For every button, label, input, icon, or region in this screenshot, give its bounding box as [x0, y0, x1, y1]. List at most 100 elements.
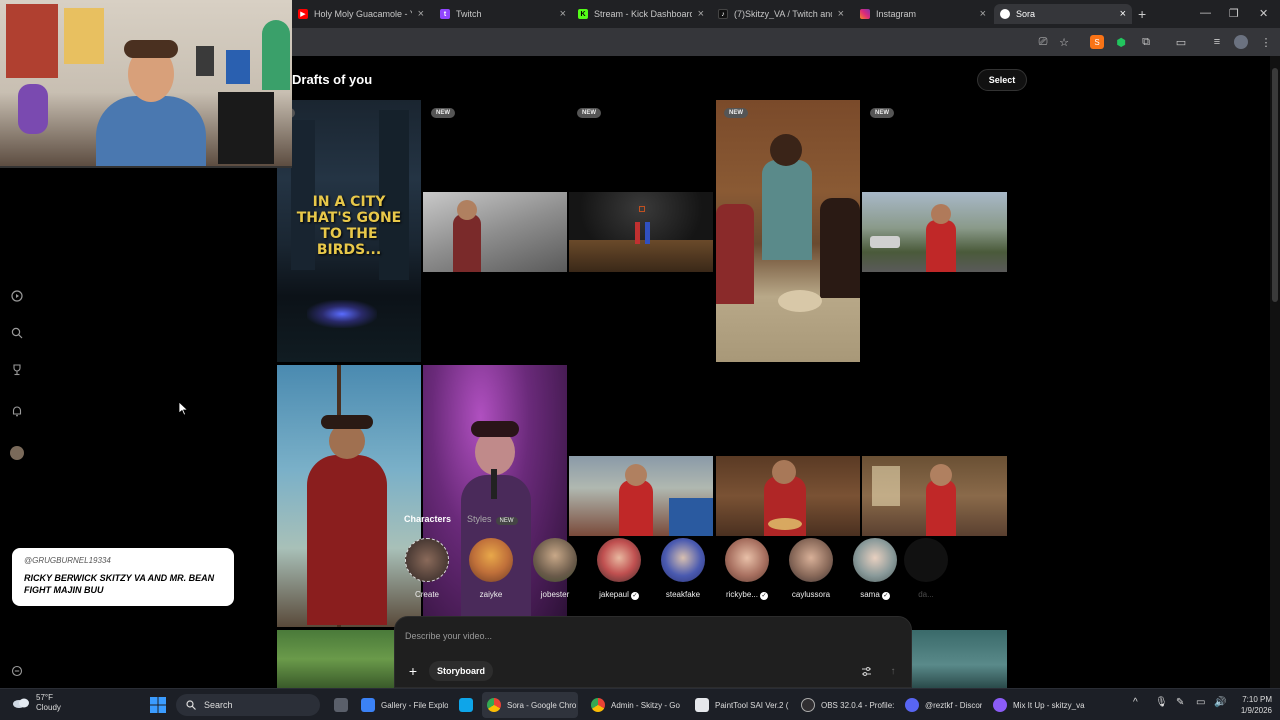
bell-icon[interactable] [10, 404, 24, 418]
restore-button[interactable]: ❐ [1229, 7, 1239, 20]
prompt-input[interactable] [405, 627, 865, 645]
add-media-button[interactable]: + [405, 663, 421, 679]
draft-video-tile[interactable]: NEW [569, 100, 713, 362]
close-icon[interactable]: × [698, 8, 704, 20]
draft-video-tile[interactable]: NEW [862, 100, 1007, 362]
weather-condition: Cloudy [36, 703, 61, 712]
gallery-icon [361, 698, 375, 712]
close-window-button[interactable]: ✕ [1259, 7, 1268, 20]
draft-video-tile[interactable]: NEW [716, 100, 860, 362]
close-icon[interactable]: × [980, 8, 986, 20]
tab-twitch[interactable]: t Twitch × [434, 4, 572, 24]
chair [218, 92, 274, 164]
character-item[interactable]: zaiyke [461, 538, 521, 599]
settings-icon[interactable] [10, 664, 24, 678]
tab-characters[interactable]: Characters [404, 514, 451, 524]
bookmark-star-icon[interactable]: ☆ [1057, 35, 1071, 49]
select-button[interactable]: Select [977, 69, 1027, 91]
puzzle-icon[interactable]: ⧉ [1139, 35, 1153, 49]
avatar [789, 538, 833, 582]
tab-title: Twitch [456, 9, 482, 19]
video-thumbnail [569, 192, 713, 272]
tab-title: (7)Skitzy_VA / Twitch and [734, 9, 832, 19]
storyboard-button[interactable]: Storyboard [429, 661, 494, 681]
task-view-button[interactable] [329, 692, 351, 718]
video-thumbnail [423, 192, 567, 272]
taskbar-app-file-explorer[interactable]: Gallery - File Explo [356, 692, 448, 718]
draft-video-tile[interactable]: NEW [423, 100, 567, 362]
weather-widget[interactable]: 57°F Cloudy [12, 693, 61, 713]
profile-avatar[interactable] [1234, 35, 1248, 49]
weather-temperature: 57°F [36, 693, 53, 702]
painttool-icon [695, 698, 709, 712]
close-icon[interactable]: × [1120, 8, 1126, 20]
poster-text: IN A CITY THAT'S GONE TO THE BIRDS... [296, 194, 402, 258]
cast-icon[interactable]: ⎚ [1036, 35, 1050, 49]
profile-avatar[interactable] [10, 446, 24, 460]
tray-overflow-chevron-icon[interactable]: ^ [1133, 697, 1138, 708]
tab-kick[interactable]: K Stream - Kick Dashboard × [572, 4, 710, 24]
settings-sliders-icon[interactable] [859, 664, 873, 678]
chrome-icon [487, 698, 501, 712]
youtube-icon: ▶ [298, 9, 308, 19]
kebab-menu-icon[interactable]: ⋮ [1259, 35, 1273, 49]
volume-icon[interactable]: 🔊 [1214, 697, 1226, 708]
character-create[interactable]: Create [397, 538, 457, 599]
sidebar-panel-icon[interactable]: ▭ [1174, 35, 1188, 49]
windows-start-icon[interactable] [150, 697, 166, 713]
streamer-shirt [96, 96, 206, 166]
taskbar-app-label: PaintTool SAI Ver.2 ( [715, 700, 789, 710]
character-item[interactable]: steakfake [653, 538, 713, 599]
scrollbar-thumb[interactable] [1272, 68, 1278, 302]
taskbar-app-obs[interactable]: OBS 32.0.4 - Profile: [796, 692, 896, 718]
taskbar-app-label: Sora - Google Chro [507, 700, 577, 710]
search-icon[interactable] [10, 326, 24, 340]
tab-youtube[interactable]: ▶ Holy Moly Guacamole - Y × [292, 4, 430, 24]
character-item[interactable]: caylussora [781, 538, 841, 599]
media-controls-icon[interactable]: ≡ [1210, 35, 1224, 49]
taskbar-clock[interactable]: 7:10 PM 1/9/2026 [1230, 694, 1272, 716]
chat-message-overlay: @GRUGBURNEL19334 RICKY BERWICK SKITZY VA… [12, 548, 234, 606]
twitch-icon: t [440, 9, 450, 19]
draft-video-tile[interactable]: IN A CITY THAT'S GONE TO THE BIRDS... NE… [277, 100, 421, 362]
character-item[interactable]: rickybe... ✓ [717, 538, 777, 600]
search-icon [186, 700, 196, 710]
close-icon[interactable]: × [560, 8, 566, 20]
character-item[interactable]: da... [896, 538, 956, 599]
taskbar-app-chrome-sora[interactable]: Sora - Google Chro [482, 692, 578, 718]
tab-sora[interactable]: Sora × [994, 4, 1132, 24]
taskbar-app-chrome-admin[interactable]: Admin - Skitzy - Go [586, 692, 684, 718]
microphone-icon[interactable]: 🎙 [1155, 697, 1168, 708]
send-arrow-icon[interactable]: ↑ [886, 664, 900, 678]
shield-icon[interactable]: ⬢ [1114, 35, 1128, 49]
pen-icon[interactable]: ✎ [1176, 697, 1184, 708]
taskbar-app-painttool-sai[interactable]: PaintTool SAI Ver.2 ( [690, 692, 790, 718]
tab-instagram[interactable]: Instagram × [854, 4, 992, 24]
taskbar-app-discord[interactable]: @reztkf - Discord [900, 692, 982, 718]
close-icon[interactable]: × [418, 8, 424, 20]
tab-title: Holy Moly Guacamole - Y [314, 9, 412, 19]
tab-styles[interactable]: Styles NEW [467, 514, 518, 525]
display-icon[interactable]: ▭ [1196, 697, 1205, 708]
page-scrollbar[interactable] [1270, 56, 1280, 688]
mix-it-up-icon [993, 698, 1007, 712]
cloud-icon [13, 698, 29, 708]
character-name-text: sama [860, 590, 880, 599]
character-item[interactable]: jakepaul ✓ [589, 538, 649, 600]
character-name: da... [918, 590, 934, 599]
tab-tiktok[interactable]: ♪ (7)Skitzy_VA / Twitch and × [712, 4, 850, 24]
character-item[interactable]: jobester [525, 538, 585, 599]
wall-poster [64, 8, 104, 64]
taskbar-app-mix-it-up[interactable]: Mix It Up - skitzy_va [988, 692, 1086, 718]
close-icon[interactable]: × [838, 8, 844, 20]
extension-icon[interactable]: S [1090, 35, 1104, 49]
verified-icon: ✓ [760, 592, 768, 600]
taskbar-app-photos[interactable] [454, 692, 476, 718]
tab-title: Stream - Kick Dashboard [594, 9, 692, 19]
explore-icon[interactable] [10, 289, 24, 303]
new-badge: NEW [495, 517, 518, 525]
trophy-icon[interactable] [10, 363, 24, 377]
taskbar-search[interactable]: Search [176, 694, 320, 716]
new-tab-button[interactable]: + [1138, 6, 1146, 22]
minimize-button[interactable]: — [1200, 7, 1211, 19]
